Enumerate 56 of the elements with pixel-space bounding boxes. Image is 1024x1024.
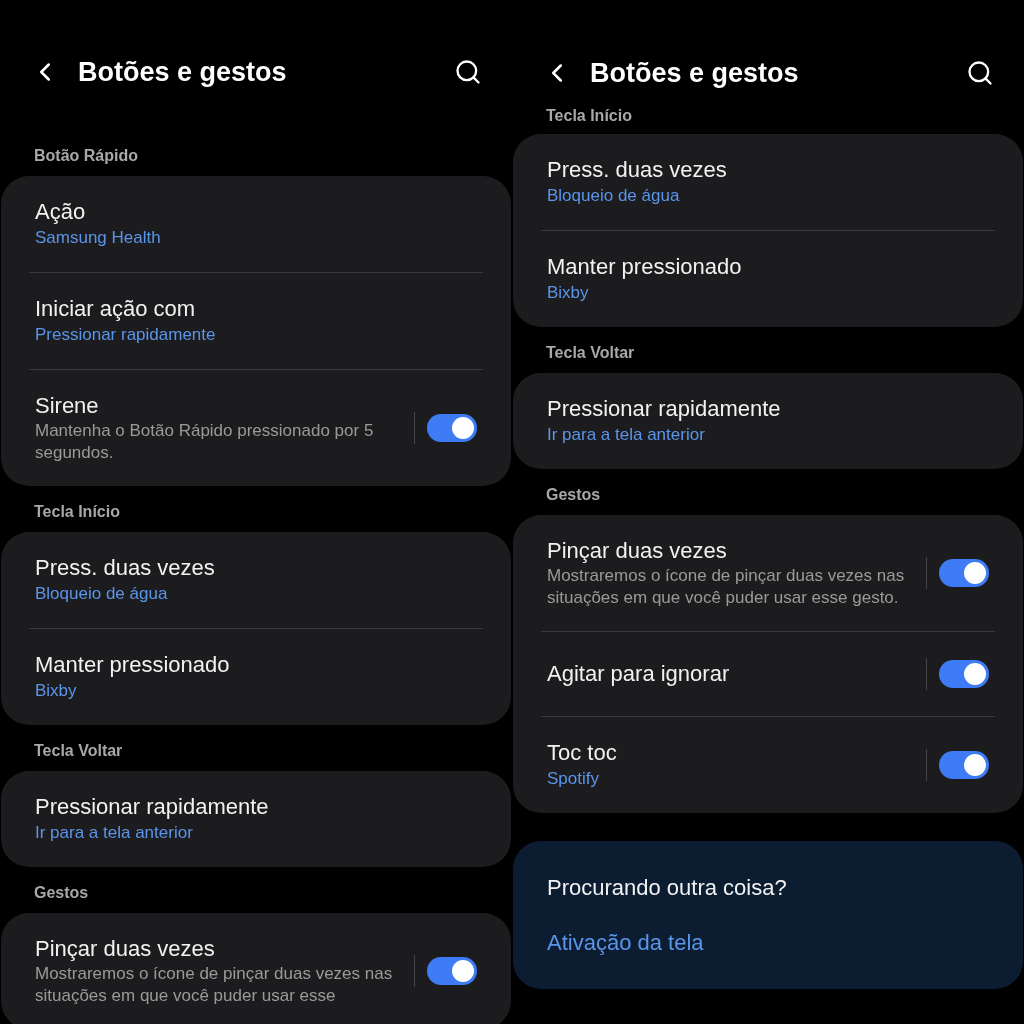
item-title: Manter pressionado (547, 253, 743, 281)
section-header: Tecla Voltar (33, 741, 124, 761)
item-title: Press. duas vezes (35, 554, 216, 582)
settings-item[interactable]: Manter pressionado Bixby (513, 231, 1023, 327)
item-value: Bloqueio de água (35, 583, 169, 605)
toggle-switch[interactable] (939, 660, 989, 688)
section-header: Gestos (545, 485, 602, 505)
item-value: Ir para a tela anterior (35, 822, 194, 844)
section-header: Tecla Início (545, 106, 633, 126)
search-icon[interactable] (454, 58, 482, 86)
settings-item[interactable]: Ação Samsung Health (1, 176, 511, 272)
settings-item[interactable]: Pinçar duas vezes Mostraremos o ícone de pinçar duas vezes nas situações em que você puder usar esse (1, 913, 511, 1024)
toggle-switch[interactable] (939, 559, 989, 587)
item-value: Spotify (547, 768, 600, 790)
item-value: Bloqueio de água (547, 185, 681, 207)
item-title: Iniciar ação com (35, 295, 197, 323)
settings-item[interactable]: Manter pressionado Bixby (1, 629, 511, 725)
item-description: Mostraremos o ícone de pinçar duas vezes nas situações em que você puder usar esse (35, 963, 394, 1007)
section-header: Tecla Início (33, 502, 121, 522)
item-title: Pressionar rapidamente (35, 793, 270, 821)
item-value: Bixby (35, 680, 78, 702)
toggle-switch[interactable] (427, 414, 477, 442)
settings-item[interactable]: Toc toc Spotify (513, 717, 1023, 813)
settings-item[interactable]: Agitar para ignorar (513, 632, 1023, 716)
page-title: Botões e gestos (78, 55, 288, 89)
item-value: Pressionar rapidamente (35, 324, 217, 346)
section-header: Gestos (33, 883, 90, 903)
toggle-switch[interactable] (427, 957, 477, 985)
item-value: Samsung Health (35, 227, 162, 249)
item-title: Toc toc (547, 739, 618, 767)
item-title: Pinçar duas vezes (35, 935, 216, 963)
item-description: Mostraremos o ícone de pinçar duas vezes nas situações em que você puder usar esse gesto. (547, 565, 906, 609)
settings-item[interactable]: Pressionar rapidamente Ir para a tela anterior (1, 771, 511, 867)
item-value: Bixby (547, 282, 590, 304)
item-title: Manter pressionado (35, 651, 231, 679)
suggestion-link[interactable]: Ativação da tela (547, 926, 989, 959)
settings-item[interactable]: Sirene Mantenha o Botão Rápido pressionado por 5 segundos. (1, 370, 511, 486)
search-icon[interactable] (966, 59, 994, 87)
item-description: Mantenha o Botão Rápido pressionado por 5 segundos. (35, 420, 375, 464)
settings-item[interactable]: Press. duas vezes Bloqueio de água (1, 532, 511, 628)
item-title: Pinçar duas vezes (547, 537, 728, 565)
settings-item[interactable]: Pressionar rapidamente Ir para a tela anterior (513, 373, 1023, 469)
page-title: Botões e gestos (590, 56, 800, 90)
settings-item[interactable]: Press. duas vezes Bloqueio de água (513, 134, 1023, 230)
section-header: Botão Rápido (33, 146, 139, 166)
settings-item[interactable]: Pinçar duas vezes Mostraremos o ícone de pinçar duas vezes nas situações em que você puder usar esse gesto. (513, 515, 1023, 631)
item-value: Ir para a tela anterior (547, 424, 706, 446)
item-title: Pressionar rapidamente (547, 395, 782, 423)
item-title: Agitar para ignorar (547, 660, 731, 688)
toggle-switch[interactable] (939, 751, 989, 779)
item-title: Press. duas vezes (547, 156, 728, 184)
item-title: Sirene (35, 392, 100, 420)
suggestions-title: Procurando outra coisa? (547, 874, 788, 902)
section-header: Tecla Voltar (545, 343, 636, 363)
settings-item[interactable]: Iniciar ação com Pressionar rapidamente (1, 273, 511, 369)
item-title: Ação (35, 198, 87, 226)
